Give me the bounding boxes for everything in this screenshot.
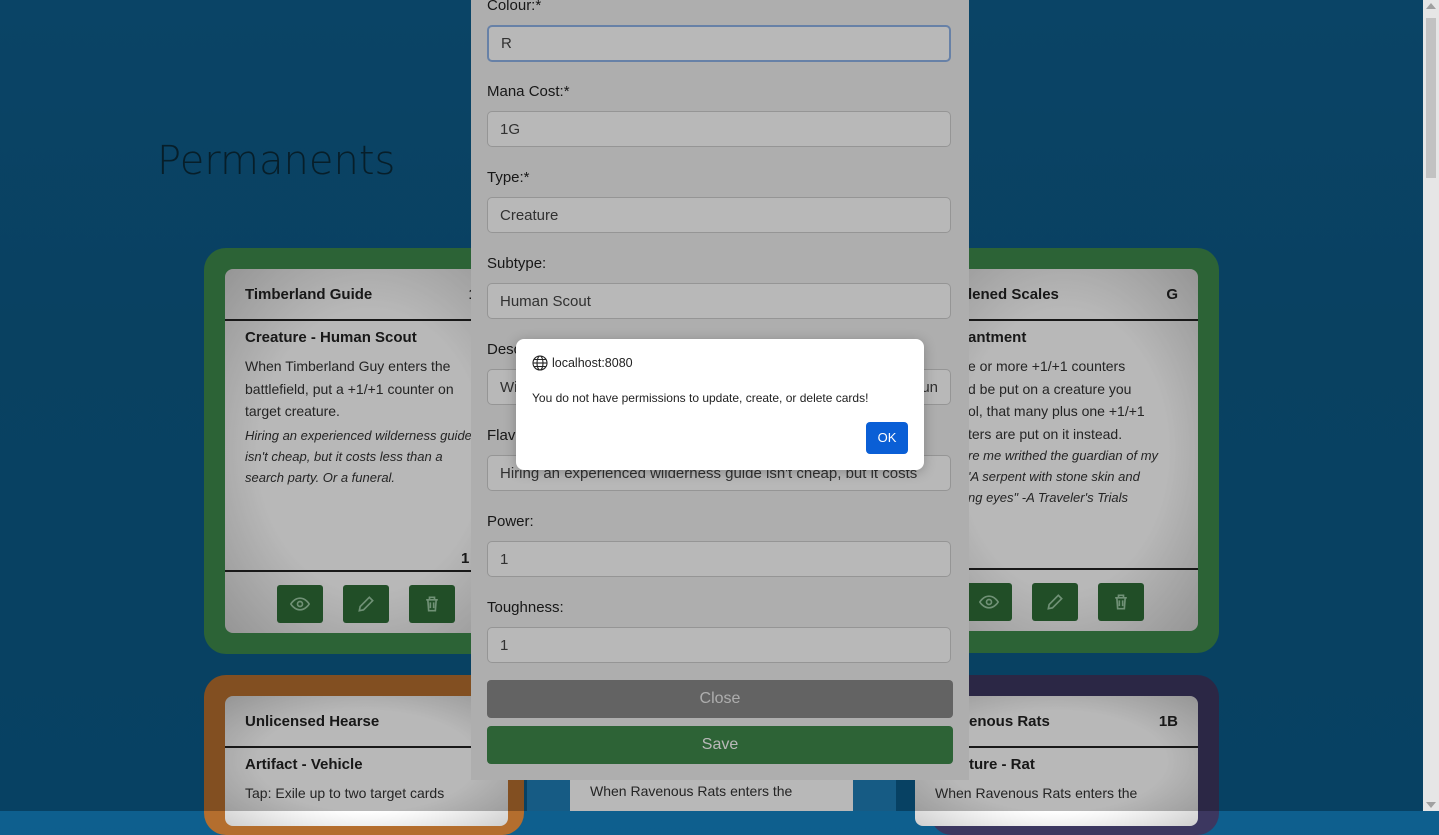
alert-dialog: localhost:8080 You do not have permissio… [516,339,924,470]
alert-message: You do not have permissions to update, c… [532,391,869,405]
globe-icon [532,355,548,371]
scrollbar[interactable] [1423,0,1439,811]
scroll-down-icon[interactable] [1426,802,1436,808]
scroll-up-icon[interactable] [1426,3,1436,9]
ok-button[interactable]: OK [866,422,908,454]
scrollbar-thumb[interactable] [1426,18,1436,178]
alert-origin: localhost:8080 [552,356,633,370]
